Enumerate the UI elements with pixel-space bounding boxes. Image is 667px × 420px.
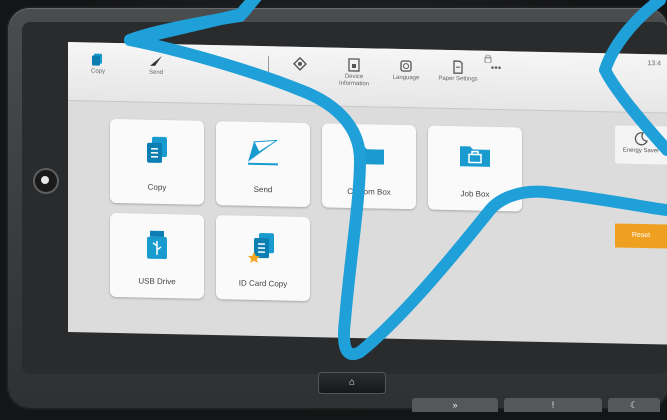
topbar-language[interactable]: Language xyxy=(376,58,436,82)
energy-saver-button[interactable]: Energy Saver xyxy=(615,125,667,165)
attention-indicator: ! xyxy=(504,398,602,412)
topbar-send[interactable]: Send xyxy=(126,53,186,77)
topbar-device-information-label: Device Information xyxy=(338,73,369,88)
topbar-more[interactable]: ••• xyxy=(466,62,526,75)
lock-icon xyxy=(484,54,492,63)
tile-usb-drive[interactable]: USB Drive xyxy=(110,212,204,299)
sleep-button[interactable]: ☾ xyxy=(608,398,660,412)
home-button[interactable]: ⌂ xyxy=(318,372,386,394)
id-card-copy-icon xyxy=(248,233,274,263)
moon-icon xyxy=(634,132,648,146)
tile-usb-drive-label: USB Drive xyxy=(138,276,176,287)
tile-custom-box-label: Custom Box xyxy=(347,186,391,197)
status-icon xyxy=(293,56,307,71)
tile-custom-box[interactable]: Custom Box xyxy=(322,123,416,210)
topbar-status[interactable] xyxy=(270,56,330,73)
tile-copy[interactable]: Copy xyxy=(110,118,204,205)
topbar-paper-settings[interactable]: Paper Settings xyxy=(428,60,488,84)
start-button[interactable]: » xyxy=(412,398,498,412)
custom-box-icon xyxy=(354,145,384,165)
copy-icon xyxy=(147,136,167,163)
touch-screen: Copy Send Device Information Language Pa… xyxy=(68,42,667,345)
topbar-language-label: Language xyxy=(392,74,420,82)
job-box-icon xyxy=(460,146,490,167)
tile-job-box[interactable]: Job Box xyxy=(428,125,522,212)
language-icon xyxy=(400,60,412,72)
topbar-copy-label: Copy xyxy=(90,68,105,75)
tile-send[interactable]: Send xyxy=(216,121,310,208)
tile-id-card-copy[interactable]: ID Card Copy xyxy=(216,215,310,302)
topbar-paper-settings-label: Paper Settings xyxy=(438,75,478,83)
tile-id-card-copy-label: ID Card Copy xyxy=(238,278,288,289)
topbar-send-label: Send xyxy=(148,69,163,76)
home-icon: ⌂ xyxy=(348,377,356,388)
more-icon: ••• xyxy=(490,62,502,75)
reset-button[interactable]: Reset xyxy=(615,223,667,249)
tile-send-label: Send xyxy=(253,184,273,195)
send-icon xyxy=(248,139,278,166)
topbar-copy[interactable]: Copy xyxy=(68,52,128,76)
power-button[interactable] xyxy=(33,168,59,194)
device-info-icon xyxy=(348,58,360,72)
tile-copy-label: Copy xyxy=(147,182,167,193)
copy-icon xyxy=(92,53,102,66)
send-icon xyxy=(150,55,162,66)
paper-settings-icon xyxy=(453,60,463,74)
usb-drive-icon xyxy=(147,230,167,260)
top-bar: Copy Send Device Information Language Pa… xyxy=(68,42,667,114)
tile-job-box-label: Job Box xyxy=(460,189,490,199)
topbar-device-information[interactable]: Device Information xyxy=(324,57,384,88)
energy-saver-label: Energy Saver xyxy=(622,147,660,155)
clock: 13:4 xyxy=(647,60,661,68)
